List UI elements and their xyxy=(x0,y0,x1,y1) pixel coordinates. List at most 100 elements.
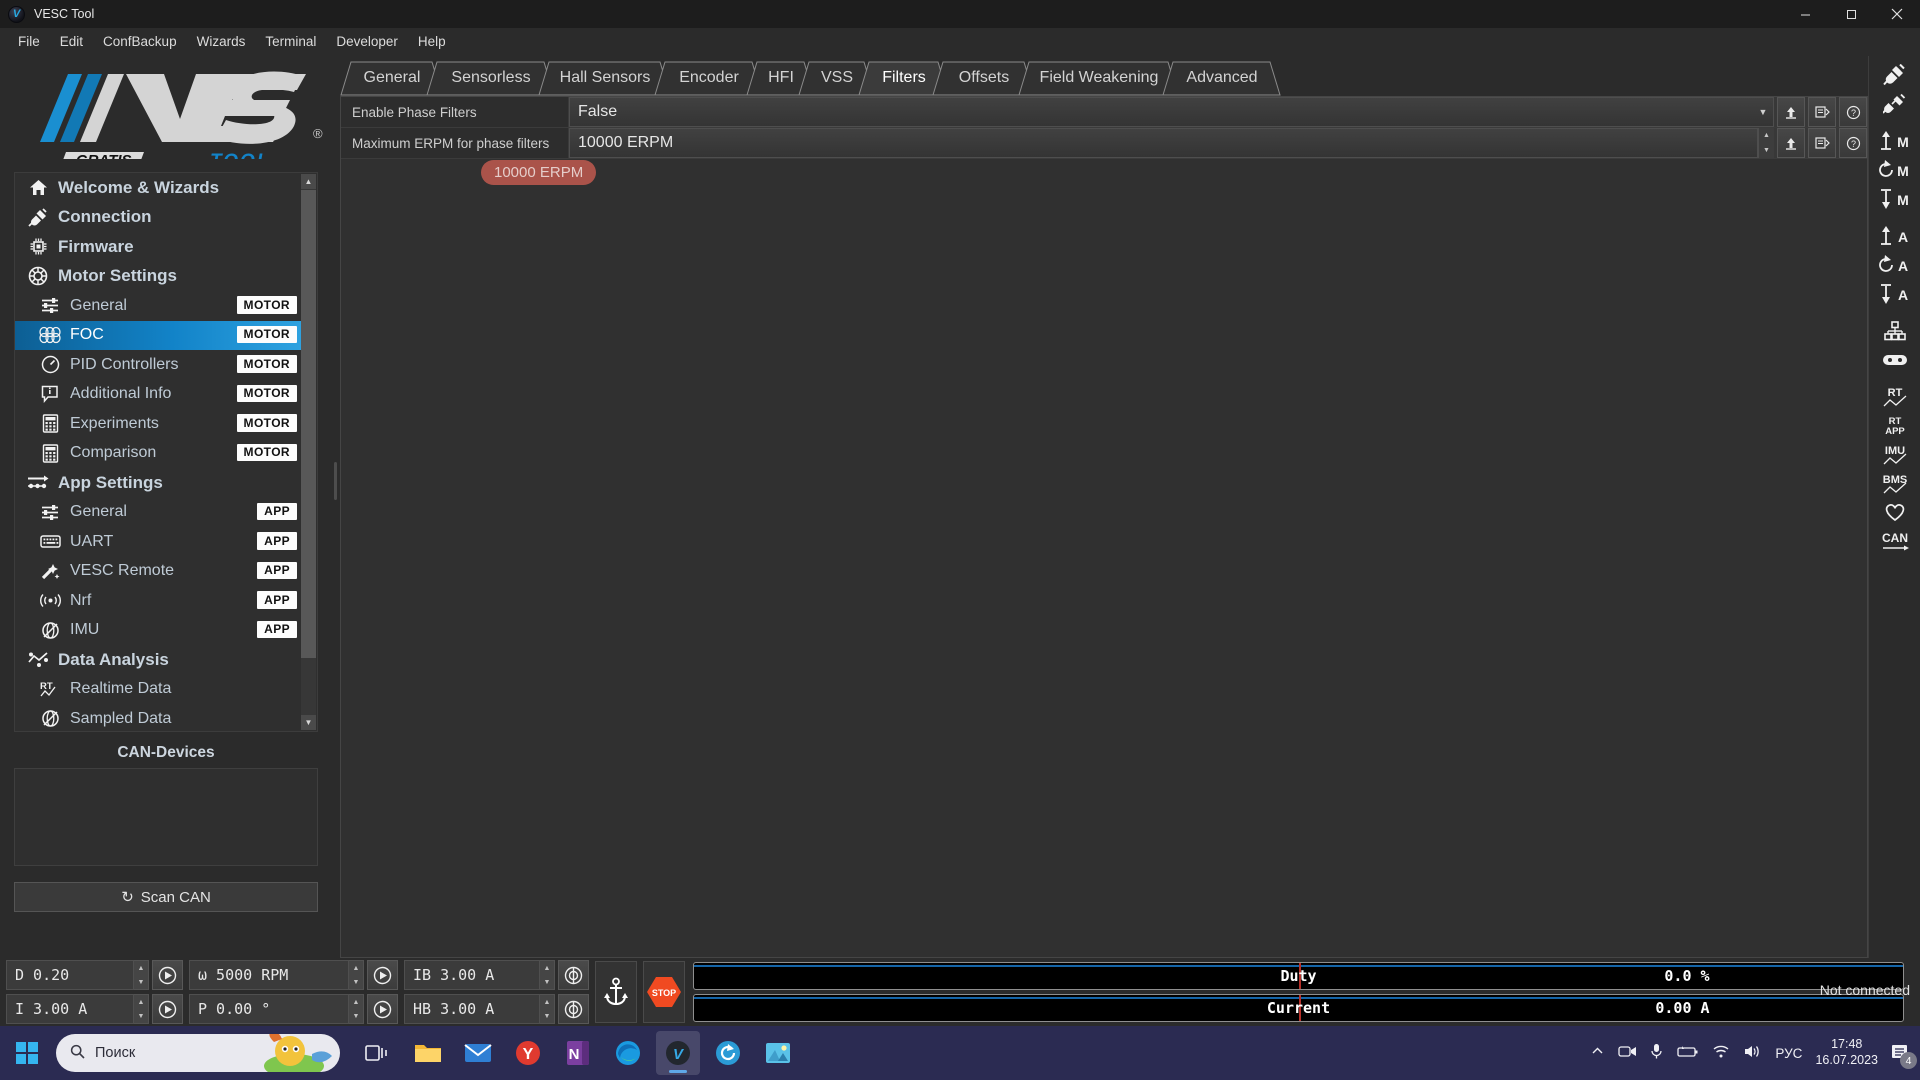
can-nodes-icon[interactable] xyxy=(1873,316,1917,345)
scroll-up-icon[interactable]: ▲ xyxy=(301,174,316,189)
scan-can-button[interactable]: ↻ Scan CAN xyxy=(14,882,318,912)
download-motor-icon[interactable]: M xyxy=(1873,184,1917,213)
rpm-input[interactable]: ω 5000 RPM xyxy=(189,960,349,990)
maximize-icon[interactable] xyxy=(1828,0,1874,28)
tab-advanced[interactable]: Advanced xyxy=(1162,60,1282,96)
sidebar-item-motor-settings[interactable]: Motor Settings xyxy=(15,262,301,292)
connect-plug-icon[interactable] xyxy=(1873,60,1917,89)
nav-scrollbar[interactable]: ▲ ▼ xyxy=(301,174,316,730)
sidebar-item-data-analysis[interactable]: Data Analysis xyxy=(15,645,301,675)
tab-sensorless[interactable]: Sensorless xyxy=(426,60,556,96)
stepper-up-icon[interactable]: ▲ xyxy=(349,995,363,1009)
realtime-app-icon[interactable]: RT APP xyxy=(1873,411,1917,440)
microphone-icon[interactable] xyxy=(1650,1043,1663,1063)
read-icon[interactable] xyxy=(1808,97,1836,127)
stepper-up-icon[interactable]: ▲ xyxy=(540,961,554,975)
menu-item-confbackup[interactable]: ConfBackup xyxy=(93,31,187,52)
search-input[interactable]: Поиск xyxy=(56,1034,340,1072)
notification-icon[interactable]: 4 xyxy=(1891,1043,1917,1069)
rpm-play-icon[interactable] xyxy=(367,960,398,990)
sidebar-item-foc[interactable]: FOC MOTOR xyxy=(15,320,301,350)
tab-field-weakening[interactable]: Field Weakening xyxy=(1018,60,1180,96)
enable-phase-filters-dropdown[interactable]: False ▼ xyxy=(569,97,1774,127)
sidebar-item-general[interactable]: General MOTOR xyxy=(15,291,301,321)
help-icon[interactable]: ? xyxy=(1839,128,1867,158)
file-explorer-icon[interactable] xyxy=(406,1031,450,1075)
volume-icon[interactable] xyxy=(1743,1044,1762,1062)
sidebar-item-sampled-data[interactable]: Sampled Data xyxy=(15,704,301,731)
can-icon[interactable]: CAN xyxy=(1873,527,1917,556)
max-erpm-input[interactable]: 10000 ERPM xyxy=(569,128,1758,158)
heart-icon[interactable] xyxy=(1873,498,1917,527)
stepper-down-icon[interactable]: ▼ xyxy=(349,975,363,989)
position-play-icon[interactable] xyxy=(367,994,398,1024)
upload-icon[interactable] xyxy=(1777,97,1805,127)
stepper-up-icon[interactable]: ▲ xyxy=(134,961,148,975)
sidebar-item-app-settings[interactable]: App Settings xyxy=(15,468,301,498)
sidebar-item-general[interactable]: General APP xyxy=(15,498,301,528)
refresh-motor-icon[interactable]: M xyxy=(1873,155,1917,184)
photos-icon[interactable] xyxy=(756,1031,800,1075)
menu-item-developer[interactable]: Developer xyxy=(326,31,408,52)
brake-icon[interactable] xyxy=(558,994,589,1024)
stepper-down-icon[interactable]: ▼ xyxy=(540,1009,554,1023)
stepper-up-icon[interactable]: ▲ xyxy=(349,961,363,975)
battery-icon[interactable] xyxy=(1676,1045,1699,1062)
duty-input[interactable]: D 0.20 xyxy=(6,960,134,990)
position-input[interactable]: P 0.00 ° xyxy=(189,994,349,1024)
close-icon[interactable] xyxy=(1874,0,1920,28)
menu-item-file[interactable]: File xyxy=(8,31,50,52)
gamepad-icon[interactable] xyxy=(1873,345,1917,374)
max-erpm-stepper[interactable]: ▲ ▼ xyxy=(1758,128,1774,158)
handbrake-current-input[interactable]: HB 3.00 A xyxy=(404,994,540,1024)
menu-item-terminal[interactable]: Terminal xyxy=(255,31,326,52)
menu-item-wizards[interactable]: Wizards xyxy=(187,31,256,52)
clock[interactable]: 17:48 16.07.2023 xyxy=(1815,1037,1878,1068)
stop-button[interactable]: STOP xyxy=(643,961,685,1023)
onenote-icon[interactable]: N xyxy=(556,1031,600,1075)
rpm-stepper[interactable]: ▲ ▼ xyxy=(349,960,364,990)
tab-hall-sensors[interactable]: Hall Sensors xyxy=(538,60,672,96)
sync-icon[interactable] xyxy=(706,1031,750,1075)
stepper-up-icon[interactable]: ▲ xyxy=(1759,128,1774,143)
stepper-up-icon[interactable]: ▲ xyxy=(134,995,148,1009)
windows-icon[interactable] xyxy=(0,1026,54,1080)
vesc-tool-icon[interactable]: V xyxy=(656,1031,700,1075)
stepper-down-icon[interactable]: ▼ xyxy=(134,975,148,989)
upload-app-icon[interactable]: A xyxy=(1873,221,1917,250)
sidebar-item-imu[interactable]: IMU APP xyxy=(15,616,301,646)
anchor-icon[interactable] xyxy=(595,961,637,1023)
position-stepper[interactable]: ▲ ▼ xyxy=(349,994,364,1024)
upload-icon[interactable] xyxy=(1777,128,1805,158)
imu-plot-icon[interactable]: IMU xyxy=(1873,440,1917,469)
sidebar-item-nrf[interactable]: Nrf APP xyxy=(15,586,301,616)
sidebar-item-uart[interactable]: UART APP xyxy=(15,527,301,557)
sidebar-item-pid-controllers[interactable]: PID Controllers MOTOR xyxy=(15,350,301,380)
mail-icon[interactable] xyxy=(456,1031,500,1075)
read-icon[interactable] xyxy=(1808,128,1836,158)
can-devices-list[interactable] xyxy=(14,768,318,866)
download-app-icon[interactable]: A xyxy=(1873,279,1917,308)
menu-item-edit[interactable]: Edit xyxy=(50,31,93,52)
stepper-down-icon[interactable]: ▼ xyxy=(1759,143,1774,158)
handbrake-current-stepper[interactable]: ▲ ▼ xyxy=(540,994,555,1024)
edge-icon[interactable] xyxy=(606,1031,650,1075)
realtime-icon[interactable]: RT xyxy=(1873,382,1917,411)
sidebar-item-welcome-wizards[interactable]: Welcome & Wizards xyxy=(15,173,301,203)
sidebar-item-connection[interactable]: Connection xyxy=(15,203,301,233)
duty-play-icon[interactable] xyxy=(152,960,183,990)
refresh-app-icon[interactable]: A xyxy=(1873,250,1917,279)
upload-motor-icon[interactable]: M xyxy=(1873,126,1917,155)
sidebar-item-comparison[interactable]: Comparison MOTOR xyxy=(15,439,301,469)
current-stepper[interactable]: ▲ ▼ xyxy=(134,994,149,1024)
language-indicator[interactable]: РУС xyxy=(1775,1046,1802,1061)
scroll-thumb[interactable] xyxy=(301,190,316,658)
disconnect-plug-icon[interactable] xyxy=(1873,89,1917,118)
minimize-icon[interactable] xyxy=(1782,0,1828,28)
chevron-up-icon[interactable] xyxy=(1590,1044,1605,1062)
stepper-down-icon[interactable]: ▼ xyxy=(349,1009,363,1023)
help-icon[interactable]: ? xyxy=(1839,97,1867,127)
brake-icon[interactable] xyxy=(558,960,589,990)
camera-icon[interactable] xyxy=(1618,1044,1637,1062)
stepper-down-icon[interactable]: ▼ xyxy=(134,1009,148,1023)
